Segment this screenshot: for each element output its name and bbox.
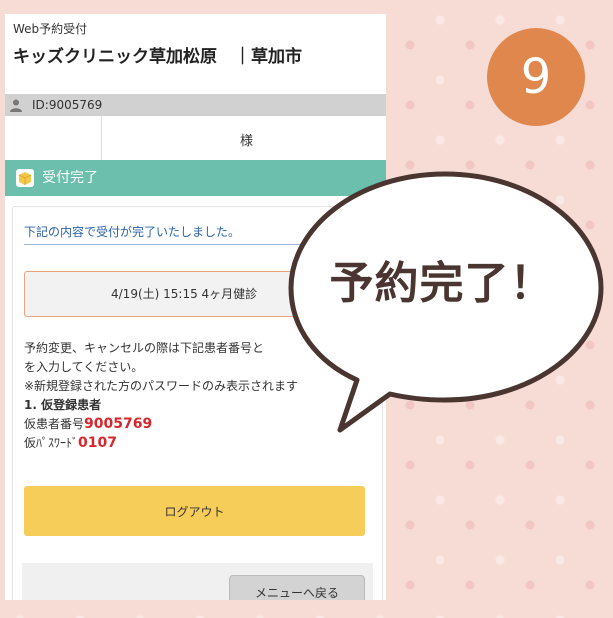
user-icon: [10, 99, 22, 112]
complete-message: 下記の内容で受付が完了いたしました。: [24, 225, 241, 239]
honorific-label: 様: [240, 134, 254, 149]
page-title: 受付完了: [42, 170, 98, 186]
back-to-menu-button[interactable]: メニューへ戻る: [229, 575, 365, 600]
app-label: Web予約受付: [13, 22, 88, 36]
step-number-badge: 9: [487, 28, 585, 126]
speech-bubble: [288, 171, 604, 433]
logout-button[interactable]: ログアウト: [24, 486, 365, 536]
bubble-text: 予約完了！: [329, 258, 555, 309]
patient-number-label: 仮患者番号: [24, 417, 85, 431]
user-id: ID:9005769: [32, 98, 103, 112]
password-value: 0107: [78, 435, 117, 451]
footer-panel: メニューへ戻る: [22, 563, 373, 600]
patient-name-row: 様: [5, 116, 386, 160]
password-label: 仮ﾊﾟｽﾜｰﾄﾞ: [24, 436, 79, 450]
patient-number-value: 9005769: [84, 416, 153, 432]
user-id-bar: ID:9005769: [5, 94, 386, 116]
clinic-name: キッズクリニック草加松原 ｜草加市: [13, 47, 302, 67]
box-icon: [16, 169, 34, 187]
name-divider: [101, 116, 102, 160]
